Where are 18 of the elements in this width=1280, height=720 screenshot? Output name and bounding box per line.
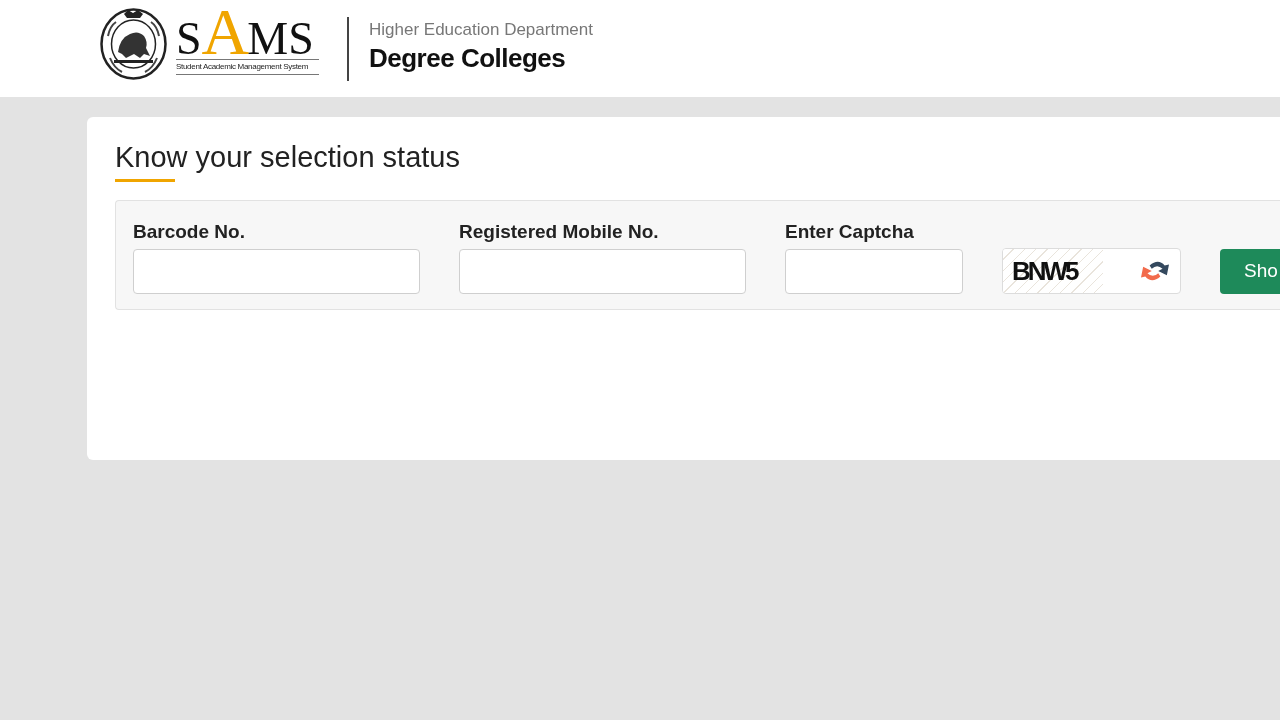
field-label: Barcode No. bbox=[133, 221, 245, 243]
logo-letter: M bbox=[247, 20, 289, 57]
input-field[interactable] bbox=[785, 249, 963, 294]
logo-letter: S bbox=[288, 20, 314, 57]
title-underline bbox=[115, 179, 175, 182]
seal-emblem-icon bbox=[100, 7, 167, 80]
show-button[interactable]: Sho bbox=[1220, 249, 1280, 294]
logo-letter: A bbox=[201, 6, 248, 57]
portal-title: Degree Colleges bbox=[369, 41, 567, 75]
logo-letter: S bbox=[176, 20, 202, 57]
input-field[interactable] bbox=[459, 249, 746, 294]
logo-tagline: Student Academic Management System bbox=[176, 61, 310, 72]
input-field[interactable] bbox=[133, 249, 420, 294]
field-label: Enter Captcha bbox=[785, 221, 914, 243]
captcha-text: BNW5 bbox=[1003, 249, 1103, 293]
field-label: Registered Mobile No. bbox=[459, 221, 659, 243]
page-title: Know your selection status bbox=[115, 140, 460, 175]
department-name: Higher Education Department bbox=[369, 18, 593, 41]
